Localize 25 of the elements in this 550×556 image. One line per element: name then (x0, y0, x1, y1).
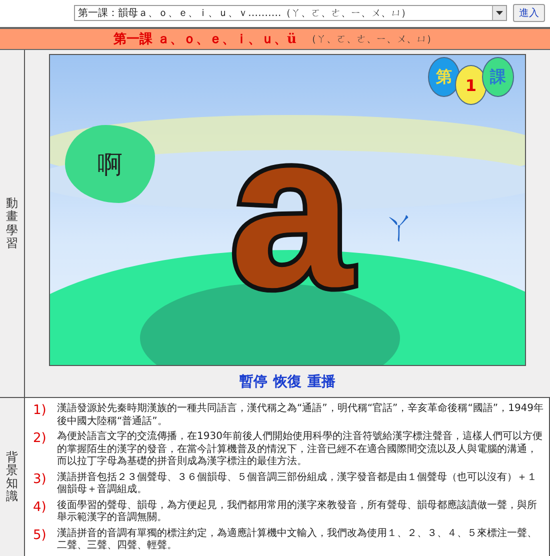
balloon: 課 (482, 57, 514, 97)
lesson-zhuyin: （ㄚ、ㄛ、ㄜ、ㄧ、ㄨ、ㄩ） (306, 33, 436, 46)
playback-link[interactable]: 重播 (308, 373, 336, 391)
playback-link[interactable]: 暫停 (240, 373, 268, 391)
enter-button[interactable]: 進入 (513, 4, 545, 22)
zhuyin-symbol: ㄚ (383, 207, 417, 250)
item-number: 5) (33, 528, 48, 544)
item-text: 後面學習的聲母、韻母，為方便起見，我們都用常用的漢字來教發音，所有聲母、韻母都應該讀做一聲，與所舉示範漢字的音調無關。 (57, 500, 538, 524)
cloud-character: 啊 (98, 148, 122, 180)
lesson-select[interactable]: 第一課：韻母ａ、ｏ、ｅ、ｉ、ｕ、ｖ……….（ㄚ、ㄛ、ㄜ、ㄧ、ㄨ、ㄩ） (74, 5, 507, 21)
playback-link[interactable]: 恢復 (274, 373, 302, 391)
dropdown-caret-icon (492, 6, 506, 20)
balloon: 1 (455, 65, 487, 105)
item-number: 2) (33, 431, 48, 448)
item-text: 漢語拼音的音調有單獨的標注約定，為適應計算機中文輸入，我們改為使用１、２、３、４、５來標注一聲、二聲、三聲、四聲、輕聲。 (57, 528, 538, 552)
section-label: 動畫學習 (6, 197, 18, 250)
balloon: 第 (428, 57, 460, 97)
item-text: 漢語拼音包括２３個聲母、３６個韻母、５個音調三部份組成，漢字發音都是由１個聲母（也可以沒有）＋１個韻母＋音調組成。 (57, 472, 538, 496)
item-number: 1) (33, 403, 48, 420)
item-text: 漢語發源於先秦時期漢族的一種共同語言，漢代稱之為“通語”，明代稱“官話”，辛亥革命後稱“國語”，1949年後中國大陸稱“普通話”。 (57, 403, 545, 428)
item-number: 4) (33, 500, 48, 516)
lesson-title: 第一課 ａ、ｏ、ｅ、ｉ、ｕ、ü (114, 31, 296, 48)
item-text: 為便於語言文字的交流傳播，在1930年前後人們開始使用科學的注音符號給漢字標注聲音，這樣人們可以方便的掌握陌生的漢字的發音，在當今計算機普及的情況下，注音已經不在適合國際間交流以及人與電腦的溝通，而以拉丁字母為基礎的拼音則成為漢字標注的最佳方法。 (57, 431, 544, 468)
section-label: 背景知識 (6, 450, 18, 504)
item-number: 3) (33, 472, 48, 488)
